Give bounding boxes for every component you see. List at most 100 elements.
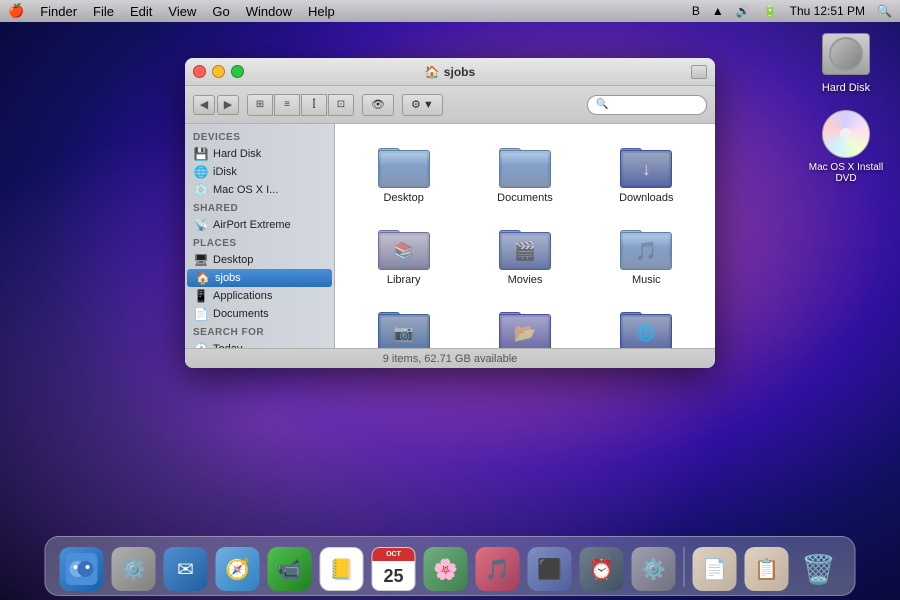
folder-icon-music: 🎵 — [620, 224, 672, 270]
minimize-button[interactable] — [212, 65, 225, 78]
dock-item-trash[interactable]: 🗑️ — [795, 543, 843, 591]
dock-item-preview2[interactable]: 📋 — [743, 543, 791, 591]
search-box[interactable]: 🔍 — [587, 95, 707, 115]
status-bar: 9 items, 62.71 GB available — [185, 348, 715, 368]
cover-flow-button[interactable]: ⊡ — [328, 94, 354, 116]
menubar-window[interactable]: Window — [246, 4, 292, 19]
dock-item-ical[interactable]: OCT 25 — [370, 543, 418, 591]
folder-icon-desktop — [378, 142, 430, 188]
sidebar-item-harddisk[interactable]: 💾 Hard Disk — [185, 145, 334, 163]
finder-dock-icon — [60, 547, 104, 591]
eye-icon: 👁 — [371, 98, 385, 111]
dock-item-finder[interactable] — [58, 543, 106, 591]
trash-dock-icon: 🗑️ — [797, 547, 841, 591]
sidebar-item-documents[interactable]: 📄 Documents — [185, 305, 334, 323]
sidebar-item-airport[interactable]: 📡 AirPort Extreme — [185, 216, 334, 234]
dock-item-mail[interactable]: ✉ — [162, 543, 210, 591]
apple-menu[interactable]: 🍎 — [8, 3, 24, 19]
menubar-help[interactable]: Help — [308, 4, 335, 19]
sidebar-item-macos[interactable]: 💿 Mac OS X I... — [185, 181, 334, 199]
folder-icon-public: 📂 — [499, 306, 551, 348]
list-view-button[interactable]: ≡ — [274, 94, 300, 116]
column-view-button[interactable]: ⫿ — [301, 94, 327, 116]
action-button[interactable]: ⚙ ▼ — [402, 94, 443, 116]
preview1-dock-icon: 📄 — [693, 547, 737, 591]
documents-sidebar-icon: 📄 — [193, 307, 209, 321]
menubar-edit[interactable]: Edit — [130, 4, 152, 19]
menubar-file[interactable]: File — [93, 4, 114, 19]
sidebar-item-today[interactable]: 🕐 Today — [185, 340, 334, 348]
dock: ⚙️ ✉ 🧭 📹 📒 OCT 25 — [45, 536, 856, 596]
folder-icon-movies: 🎬 — [499, 224, 551, 270]
itunes-dock-icon: 🎵 — [476, 547, 520, 591]
back-button[interactable]: ◀ — [193, 95, 215, 115]
menubar-left: 🍎 Finder File Edit View Go Window Help — [8, 3, 335, 19]
dvd-graphic — [822, 110, 870, 158]
idisk-sidebar-icon: 🌐 — [193, 165, 209, 179]
timemachine-dock-icon: ⏰ — [580, 547, 624, 591]
sidebar-item-desktop[interactable]: 🖥 Desktop — [185, 251, 334, 269]
file-item-pictures[interactable]: 📷 Pictures — [347, 300, 460, 348]
sidebar-item-idisk[interactable]: 🌐 iDisk — [185, 163, 334, 181]
desktop-icon-harddisk[interactable]: Hard Disk — [806, 30, 886, 94]
preview2-dock-icon: 📋 — [745, 547, 789, 591]
dock-separator — [684, 547, 685, 587]
dock-item-timemachine[interactable]: ⏰ — [578, 543, 626, 591]
file-label-movies: Movies — [508, 274, 543, 286]
dock-item-safari[interactable]: 🧭 — [214, 543, 262, 591]
sidebar-airport-label: AirPort Extreme — [213, 219, 291, 231]
file-item-movies[interactable]: 🎬 Movies — [468, 218, 581, 292]
wifi-icon: ▲ — [712, 4, 724, 18]
close-button[interactable] — [193, 65, 206, 78]
menubar-go[interactable]: Go — [212, 4, 229, 19]
file-item-sites[interactable]: 🌐 Sites — [590, 300, 703, 348]
icon-view-button[interactable]: ⊞ — [247, 94, 273, 116]
file-item-desktop[interactable]: Desktop — [347, 136, 460, 210]
sidebar-item-applications[interactable]: 📱 Applications — [185, 287, 334, 305]
dock-item-sysprefs[interactable]: ⚙️ — [630, 543, 678, 591]
sc-dock-icon: ⚙️ — [112, 547, 156, 591]
dock-item-spaces[interactable]: ⬛ — [526, 543, 574, 591]
sidebar-item-sjobs[interactable]: 🏠 sjobs — [187, 269, 332, 287]
sidebar-section-shared: SHARED — [185, 199, 334, 216]
file-item-public[interactable]: 📂 Public — [468, 300, 581, 348]
file-label-music: Music — [632, 274, 661, 286]
file-grid: Desktop Documents ↓ Downloads — [335, 124, 715, 348]
dock-item-sc[interactable]: ⚙️ — [110, 543, 158, 591]
bluetooth-icon: B — [692, 4, 700, 18]
sidebar-macos-label: Mac OS X I... — [213, 184, 278, 196]
desktop-icon-dvd[interactable]: Mac OS X Install DVD — [806, 110, 886, 184]
menubar-view[interactable]: View — [168, 4, 196, 19]
dock-item-preview1[interactable]: 📄 — [691, 543, 739, 591]
folder-icon-pictures: 📷 — [378, 306, 430, 348]
sidebar-documents-label: Documents — [213, 308, 269, 320]
desktop-sidebar-icon: 🖥 — [193, 253, 209, 267]
toolbar-toggle-button[interactable] — [691, 65, 707, 79]
file-item-downloads[interactable]: ↓ Downloads — [590, 136, 703, 210]
menubar-finder[interactable]: Finder — [40, 4, 77, 19]
dock-item-iphoto[interactable]: 🌸 — [422, 543, 470, 591]
file-label-documents: Documents — [497, 192, 553, 204]
forward-button[interactable]: ▶ — [217, 95, 239, 115]
sidebar-section-places: PLACES — [185, 234, 334, 251]
window-title-text: sjobs — [444, 65, 475, 79]
sidebar-idisk-label: iDisk — [213, 166, 237, 178]
airport-icon: 📡 — [193, 218, 209, 232]
dock-item-addressbook[interactable]: 📒 — [318, 543, 366, 591]
toolbar: ◀ ▶ ⊞ ≡ ⫿ ⊡ 👁 ⚙ ▼ 🔍 — [185, 86, 715, 124]
file-item-music[interactable]: 🎵 Music — [590, 218, 703, 292]
addressbook-dock-icon: 📒 — [320, 547, 364, 591]
file-item-documents[interactable]: Documents — [468, 136, 581, 210]
maximize-button[interactable] — [231, 65, 244, 78]
search-menubar-icon[interactable]: 🔍 — [877, 4, 892, 18]
window-title-icon: 🏠 — [425, 65, 440, 79]
menubar: 🍎 Finder File Edit View Go Window Help B… — [0, 0, 900, 22]
folder-icon-sites: 🌐 — [620, 306, 672, 348]
eye-button[interactable]: 👁 — [362, 94, 394, 116]
dock-item-facetime[interactable]: 📹 — [266, 543, 314, 591]
finder-window: 🏠 sjobs ◀ ▶ ⊞ ≡ ⫿ ⊡ 👁 ⚙ ▼ 🔍 DEVICES — [185, 58, 715, 368]
dock-item-itunes[interactable]: 🎵 — [474, 543, 522, 591]
volume-icon: 🔊 — [736, 4, 751, 18]
file-item-library[interactable]: 📚 Library — [347, 218, 460, 292]
sidebar-section-searchfor: SEARCH FOR — [185, 323, 334, 340]
